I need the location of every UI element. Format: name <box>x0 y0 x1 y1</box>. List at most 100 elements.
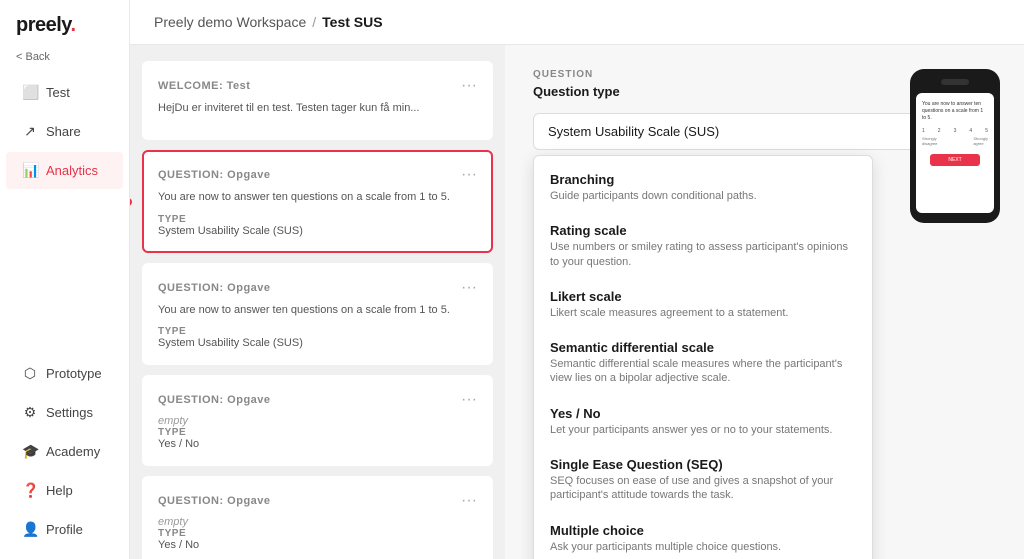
options-panel: Branching Guide participants down conditi… <box>533 155 873 559</box>
option-desc-5: SEQ focuses on ease of use and gives a s… <box>550 474 856 503</box>
option-desc-4: Let your participants answer yes or no t… <box>550 423 856 437</box>
card-menu-dots[interactable]: ··· <box>461 77 477 95</box>
card-desc: HejDu er inviteret til en test. Testen t… <box>158 101 477 116</box>
scale-label-right: Stronglyagree <box>973 136 988 146</box>
phone-labels-row: Stronglydisagree Stronglyagree <box>922 136 988 146</box>
card-type-value: Yes / No <box>158 438 477 450</box>
sidebar-nav: ⬜ Test ↗ Share 📊 Analytics <box>0 73 129 354</box>
phone-screen: You are now to answer ten questions on a… <box>916 93 994 213</box>
card-header: WELCOME: Test ··· <box>158 77 477 95</box>
card-label: QUESTION: Opgave <box>158 394 271 406</box>
test-icon: ⬜ <box>22 84 38 101</box>
card-header: QUESTION: Opgave ··· <box>158 166 477 184</box>
sidebar-item-share[interactable]: ↗ Share <box>6 113 123 150</box>
card-question-2[interactable]: QUESTION: Opgave ··· You are now to answ… <box>142 263 493 365</box>
academy-icon: 🎓 <box>22 443 38 460</box>
top-bar: Preely demo Workspace / Test SUS <box>130 0 1024 45</box>
option-desc-0: Guide participants down conditional path… <box>550 189 856 203</box>
sidebar-item-analytics[interactable]: 📊 Analytics <box>6 152 123 189</box>
card-type-value: Yes / No <box>158 539 477 551</box>
phone-question-text: You are now to answer ten questions on a… <box>922 101 988 122</box>
analytics-icon: 📊 <box>22 162 38 179</box>
profile-icon: 👤 <box>22 521 38 538</box>
option-item-3[interactable]: Semantic differential scaleSemantic diff… <box>534 330 872 396</box>
option-name-0: Branching <box>550 172 856 187</box>
option-name-3: Semantic differential scale <box>550 340 856 355</box>
phone-preview: You are now to answer ten questions on a… <box>910 69 1000 223</box>
card-menu-dots[interactable]: ··· <box>461 492 477 510</box>
card-question-3[interactable]: QUESTION: Opgave ··· empty TYPE Yes / No <box>142 375 493 466</box>
card-type-value: System Usability Scale (SUS) <box>158 337 477 349</box>
card-type-label: TYPE <box>158 326 477 337</box>
phone-notch <box>941 79 969 85</box>
logo-text: preely. <box>16 14 76 37</box>
sidebar-item-profile[interactable]: 👤 Profile <box>6 511 123 548</box>
settings-icon: ⚙ <box>22 404 38 421</box>
scale-label-left: Stronglydisagree <box>922 136 937 146</box>
option-item-4[interactable]: Yes / No Let your participants answer yes… <box>534 396 872 447</box>
card-menu-dots[interactable]: ··· <box>461 391 477 409</box>
card-type-label: TYPE <box>158 214 477 225</box>
card-wrapper-2: QUESTION: Opgave ··· You are now to answ… <box>142 150 493 252</box>
question-editor: QUESTION Question type System Usability … <box>505 45 1024 559</box>
scale-5: 5 <box>985 128 988 134</box>
option-item-1[interactable]: Rating scale Use numbers or smiley rating… <box>534 213 872 279</box>
card-label: QUESTION: Opgave <box>158 282 271 294</box>
card-label: WELCOME: Test <box>158 80 250 92</box>
card-empty: empty <box>158 415 477 427</box>
sidebar-item-help[interactable]: ❓ Help <box>6 472 123 509</box>
main-area: Preely demo Workspace / Test SUS WELCOME… <box>130 0 1024 559</box>
prototype-icon: ⬡ <box>22 365 38 382</box>
breadcrumb-current: Test SUS <box>322 14 382 30</box>
option-desc-1: Use numbers or smiley rating to assess p… <box>550 240 856 269</box>
card-desc: You are now to answer ten questions on a… <box>158 190 477 205</box>
option-name-2: Likert scale <box>550 289 856 304</box>
option-name-6: Multiple choice <box>550 523 856 538</box>
card-type-label: TYPE <box>158 427 477 438</box>
scale-3: 3 <box>954 128 957 134</box>
card-label: QUESTION: Opgave <box>158 169 271 181</box>
card-header: QUESTION: Opgave ··· <box>158 391 477 409</box>
content-area: WELCOME: Test ··· HejDu er inviteret til… <box>130 45 1024 559</box>
sidebar-item-test[interactable]: ⬜ Test <box>6 74 123 111</box>
option-desc-2: Likert scale measures agreement to a sta… <box>550 306 856 320</box>
scale-2: 2 <box>938 128 941 134</box>
option-item-5[interactable]: Single Ease Question (SEQ)SEQ focuses on… <box>534 447 872 513</box>
card-empty: empty <box>158 516 477 528</box>
sidebar-item-prototype[interactable]: ⬡ Prototype <box>6 355 123 392</box>
card-header: QUESTION: Opgave ··· <box>158 492 477 510</box>
card-question-1[interactable]: QUESTION: Opgave ··· You are now to answ… <box>142 150 493 252</box>
logo-area: preely. <box>0 0 129 47</box>
breadcrumb-separator: / <box>312 14 316 30</box>
card-label: QUESTION: Opgave <box>158 495 271 507</box>
card-header: QUESTION: Opgave ··· <box>158 279 477 297</box>
phone-scale-row: 1 2 3 4 5 <box>922 128 988 134</box>
back-button[interactable]: < Back <box>0 47 129 73</box>
sidebar-bottom: ⬡ Prototype ⚙ Settings 🎓 Academy ❓ Help … <box>0 354 129 559</box>
option-item-0[interactable]: Branching Guide participants down conditi… <box>534 162 872 213</box>
option-name-1: Rating scale <box>550 223 856 238</box>
option-name-4: Yes / No <box>550 406 856 421</box>
card-menu-dots[interactable]: ··· <box>461 279 477 297</box>
scale-1: 1 <box>922 128 925 134</box>
option-item-6[interactable]: Multiple choice Ask your participants mul… <box>534 513 872 559</box>
sidebar-item-settings[interactable]: ⚙ Settings <box>6 394 123 431</box>
scale-4: 4 <box>969 128 972 134</box>
card-menu-dots[interactable]: ··· <box>461 166 477 184</box>
phone-frame: You are now to answer ten questions on a… <box>910 69 1000 223</box>
option-item-2[interactable]: Likert scale Likert scale measures agreem… <box>534 279 872 330</box>
share-icon: ↗ <box>22 123 38 140</box>
sidebar: preely. < Back ⬜ Test ↗ Share 📊 Analytic… <box>0 0 130 559</box>
active-dot-indicator <box>130 198 132 206</box>
card-welcome[interactable]: WELCOME: Test ··· HejDu er inviteret til… <box>142 61 493 140</box>
card-desc: You are now to answer ten questions on a… <box>158 303 477 318</box>
question-list: WELCOME: Test ··· HejDu er inviteret til… <box>130 45 505 559</box>
option-desc-6: Ask your participants multiple choice qu… <box>550 540 856 554</box>
card-type-label: TYPE <box>158 528 477 539</box>
card-type-value: System Usability Scale (SUS) <box>158 225 477 237</box>
help-icon: ❓ <box>22 482 38 499</box>
breadcrumb-workspace[interactable]: Preely demo Workspace <box>154 14 306 30</box>
sidebar-item-academy[interactable]: 🎓 Academy <box>6 433 123 470</box>
card-question-4[interactable]: QUESTION: Opgave ··· empty TYPE Yes / No <box>142 476 493 559</box>
phone-next-button: NEXT <box>930 154 980 166</box>
